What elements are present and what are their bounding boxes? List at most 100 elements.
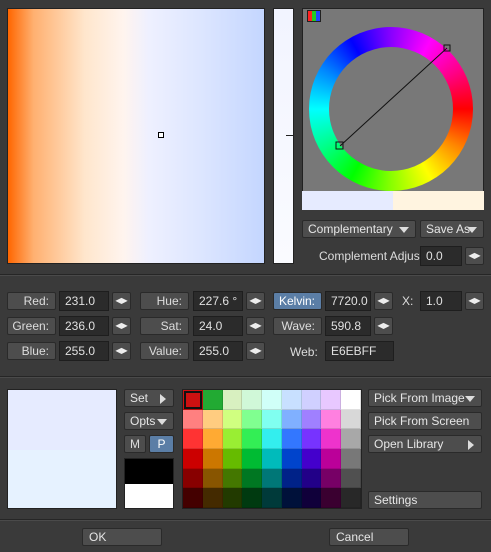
palette-swatch[interactable] — [242, 429, 263, 449]
hue-field[interactable]: 227.6 ° — [193, 291, 243, 311]
palette-swatch[interactable] — [262, 488, 282, 508]
palette-swatch[interactable] — [341, 429, 361, 449]
palette-swatch[interactable] — [242, 488, 263, 508]
palette-swatch[interactable] — [262, 429, 282, 449]
palette-swatch[interactable] — [301, 468, 322, 489]
palette-swatch[interactable] — [341, 488, 361, 508]
palette-swatch[interactable] — [281, 468, 302, 489]
complement-adjust-stepper[interactable]: ◀▶ — [465, 247, 484, 265]
palette-swatch[interactable] — [281, 390, 302, 410]
harmony-mode-dropdown[interactable]: Complementary — [302, 220, 416, 238]
palette-swatch[interactable] — [242, 390, 263, 410]
palette-swatch[interactable] — [222, 448, 243, 469]
palette-swatch[interactable] — [262, 468, 282, 489]
red-stepper[interactable]: ◀▶ — [112, 292, 131, 310]
green-field[interactable]: 236.0 — [59, 316, 109, 336]
complement-adjust-field[interactable]: 0.0 — [420, 246, 462, 266]
opts-dropdown[interactable]: Opts — [124, 412, 174, 430]
hue-strip[interactable] — [273, 8, 294, 264]
sat-field[interactable]: 24.0 — [193, 316, 243, 336]
palette-swatch[interactable] — [341, 390, 361, 410]
pick-from-screen-button[interactable]: Pick From Screen — [368, 412, 482, 430]
green-stepper[interactable]: ◀▶ — [112, 317, 131, 335]
palette-swatch[interactable] — [281, 448, 302, 469]
palette-swatch[interactable] — [321, 488, 342, 508]
x-field[interactable]: 1.0 — [420, 291, 462, 311]
wave-field[interactable]: 590.8 — [325, 316, 371, 336]
value-label[interactable]: Value: — [140, 342, 189, 360]
kelvin-label[interactable]: Kelvin: — [273, 292, 322, 310]
palette-swatch[interactable] — [242, 468, 263, 489]
palette-swatch[interactable] — [202, 488, 223, 508]
palette-swatch[interactable] — [183, 468, 203, 489]
web-hex-field[interactable]: E6EBFF — [325, 341, 394, 361]
palette-swatch[interactable] — [281, 488, 302, 508]
palette-swatch[interactable] — [222, 429, 243, 449]
palette-swatch[interactable] — [222, 390, 243, 410]
palette-swatch[interactable] — [202, 409, 223, 430]
palette-swatch[interactable] — [242, 409, 263, 430]
strip-marker[interactable] — [286, 135, 294, 136]
palette-swatch[interactable] — [321, 390, 342, 410]
m-toggle[interactable]: M — [124, 435, 146, 453]
value-stepper[interactable]: ◀▶ — [246, 342, 265, 360]
palette-swatch[interactable] — [183, 429, 203, 449]
wave-stepper[interactable]: ◀▶ — [374, 317, 393, 335]
hue-stepper[interactable]: ◀▶ — [246, 292, 265, 310]
palette-swatch[interactable] — [321, 409, 342, 430]
palette-swatch[interactable] — [301, 409, 322, 430]
palette-swatch[interactable] — [262, 409, 282, 430]
palette-swatch[interactable] — [202, 468, 223, 489]
red-label[interactable]: Red: — [7, 292, 56, 310]
blue-stepper[interactable]: ◀▶ — [112, 342, 131, 360]
hue-label[interactable]: Hue: — [140, 292, 189, 310]
palette-swatch[interactable] — [321, 448, 342, 469]
saturation-value-field[interactable] — [7, 8, 265, 264]
palette-swatch[interactable] — [301, 488, 322, 508]
palette-swatch[interactable] — [262, 448, 282, 469]
kelvin-stepper[interactable]: ◀▶ — [374, 292, 393, 310]
palette-swatch[interactable] — [301, 448, 322, 469]
palette-swatch[interactable] — [341, 448, 361, 469]
wave-label[interactable]: Wave: — [273, 317, 322, 335]
palette-swatch[interactable] — [202, 448, 223, 469]
open-library-button[interactable]: Open Library — [368, 435, 482, 453]
save-as-dropdown[interactable]: Save As — [420, 220, 484, 238]
sat-label[interactable]: Sat: — [140, 317, 189, 335]
palette-swatch[interactable] — [262, 390, 282, 410]
x-stepper[interactable]: ◀▶ — [465, 292, 484, 310]
red-field[interactable]: 231.0 — [59, 291, 109, 311]
settings-button[interactable]: Settings — [368, 491, 482, 509]
palette-swatch[interactable] — [183, 488, 203, 508]
palette-swatch[interactable] — [301, 429, 322, 449]
palette-swatch[interactable] — [321, 429, 342, 449]
palette-swatch[interactable] — [281, 429, 302, 449]
palette-swatch[interactable] — [222, 409, 243, 430]
foreground-background-swatch[interactable] — [124, 458, 174, 509]
kelvin-field[interactable]: 7720.0 — [325, 291, 371, 311]
palette-swatch[interactable] — [202, 429, 223, 449]
value-field[interactable]: 255.0 — [193, 341, 243, 361]
palette-swatch[interactable] — [281, 409, 302, 430]
palette-swatch[interactable] — [341, 468, 361, 489]
blue-field[interactable]: 255.0 — [59, 341, 109, 361]
sat-stepper[interactable]: ◀▶ — [246, 317, 265, 335]
ok-button[interactable]: OK — [82, 528, 162, 546]
set-button[interactable]: Set — [124, 389, 174, 407]
palette-swatch[interactable] — [341, 409, 361, 430]
color-cursor[interactable] — [158, 132, 164, 138]
palette-swatch[interactable] — [301, 390, 322, 410]
palette-swatch[interactable] — [183, 409, 203, 430]
color-palette-grid[interactable] — [182, 389, 362, 509]
palette-swatch[interactable] — [183, 448, 203, 469]
palette-swatch[interactable] — [321, 468, 342, 489]
green-label[interactable]: Green: — [7, 317, 56, 335]
palette-swatch[interactable] — [242, 448, 263, 469]
blue-label[interactable]: Blue: — [7, 342, 56, 360]
palette-swatch[interactable] — [202, 390, 223, 410]
p-toggle[interactable]: P — [149, 435, 174, 453]
pick-from-image-dropdown[interactable]: Pick From Image — [368, 389, 482, 407]
palette-swatch[interactable] — [183, 390, 203, 410]
cancel-button[interactable]: Cancel — [329, 528, 409, 546]
palette-swatch[interactable] — [222, 488, 243, 508]
